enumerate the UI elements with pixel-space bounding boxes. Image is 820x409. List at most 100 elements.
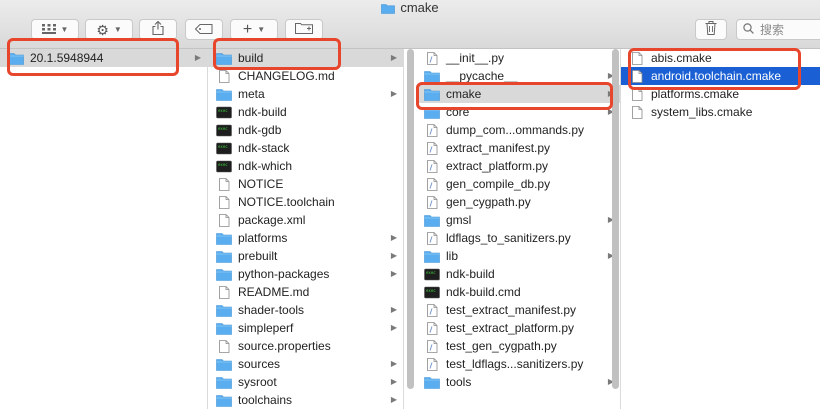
list-item[interactable]: extract_manifest.py xyxy=(416,139,620,157)
list-item[interactable]: NOTICE.toolchain xyxy=(208,193,403,211)
list-item[interactable]: core ▶ xyxy=(416,103,620,121)
column-3-scrollbar[interactable] xyxy=(612,49,619,389)
folder-icon xyxy=(381,2,396,14)
window-title: cmake xyxy=(0,0,820,15)
folder-icon xyxy=(216,394,232,407)
list-item[interactable]: exec ndk-gdb xyxy=(208,121,403,139)
list-item[interactable]: exec ndk-build xyxy=(416,265,620,283)
list-item[interactable]: NOTICE xyxy=(208,175,403,193)
list-item[interactable]: meta ▶ xyxy=(208,85,403,103)
list-item[interactable]: test_gen_cygpath.py xyxy=(416,337,620,355)
new-item-button[interactable]: + ▼ xyxy=(230,19,278,40)
chevron-down-icon: ▼ xyxy=(113,25,122,34)
list-item-label: ldflags_to_sanitizers.py xyxy=(446,231,571,245)
list-item-label: meta xyxy=(238,87,265,101)
list-item-label: NOTICE xyxy=(238,177,284,191)
view-mode-button[interactable]: ▼ xyxy=(31,19,79,40)
list-item[interactable]: dump_com...ommands.py xyxy=(416,121,620,139)
list-item[interactable]: test_extract_platform.py xyxy=(416,319,620,337)
list-item[interactable]: 20.1.5948944 ▶ xyxy=(0,49,207,67)
list-item[interactable]: system_libs.cmake xyxy=(621,103,820,121)
chevron-down-icon: ▼ xyxy=(257,25,266,34)
list-item[interactable]: shader-tools ▶ xyxy=(208,301,403,319)
list-item[interactable]: toolchains ▶ xyxy=(208,391,403,409)
folder-icon xyxy=(424,88,440,101)
share-button[interactable] xyxy=(139,19,177,40)
list-item[interactable]: exec ndk-stack xyxy=(208,139,403,157)
trash-icon xyxy=(705,21,717,38)
list-item[interactable]: extract_platform.py xyxy=(416,157,620,175)
disclosure-arrow-icon: ▶ xyxy=(390,89,397,98)
list-item-label: simpleperf xyxy=(238,321,294,335)
list-item[interactable]: abis.cmake xyxy=(621,49,820,67)
list-item[interactable]: prebuilt ▶ xyxy=(208,247,403,265)
list-item[interactable]: simpleperf ▶ xyxy=(208,319,403,337)
svg-text:exec: exec xyxy=(218,162,228,167)
list-item-label: shader-tools xyxy=(238,303,305,317)
list-item[interactable]: exec ndk-build.cmd xyxy=(416,283,620,301)
list-item-label: system_libs.cmake xyxy=(651,105,753,119)
list-item[interactable]: platforms ▶ xyxy=(208,229,403,247)
column-3[interactable]: __init__.py __pycache__ ▶ cmake ▶ core ▶ dump_c… xyxy=(416,49,621,409)
list-item[interactable]: source.properties xyxy=(208,337,403,355)
chevron-down-icon: ▼ xyxy=(60,25,69,34)
list-item[interactable]: test_ldflags...sanitizers.py xyxy=(416,355,620,373)
new-folder-button[interactable] xyxy=(285,19,323,40)
list-item[interactable]: exec ndk-build xyxy=(208,103,403,121)
list-item[interactable]: platforms.cmake xyxy=(621,85,820,103)
list-item[interactable]: lib ▶ xyxy=(416,247,620,265)
list-item[interactable]: gen_cygpath.py xyxy=(416,193,620,211)
folder-icon xyxy=(216,232,232,245)
share-icon xyxy=(152,20,164,38)
list-item-label: CHANGELOG.md xyxy=(238,69,335,83)
document-icon xyxy=(216,285,232,299)
list-item[interactable]: sysroot ▶ xyxy=(208,373,403,391)
executable-icon: exec xyxy=(216,160,232,173)
list-item-label: gen_compile_db.py xyxy=(446,177,551,191)
executable-icon: exec xyxy=(424,268,440,281)
list-item[interactable]: tools ▶ xyxy=(416,373,620,391)
column-1[interactable]: 20.1.5948944 ▶ xyxy=(0,49,208,409)
executable-icon: exec xyxy=(216,124,232,137)
list-item[interactable]: test_extract_manifest.py xyxy=(416,301,620,319)
folder-icon xyxy=(424,250,440,263)
list-item-label: ndk-which xyxy=(238,159,293,173)
column-2-scrollbar[interactable] xyxy=(407,49,414,389)
python-file-icon xyxy=(424,177,440,191)
list-item[interactable]: CHANGELOG.md xyxy=(208,67,403,85)
list-item-label: sysroot xyxy=(238,375,277,389)
svg-text:exec: exec xyxy=(218,126,228,131)
python-file-icon xyxy=(424,51,440,65)
disclosure-arrow-icon: ▶ xyxy=(390,377,397,386)
list-item-label: extract_platform.py xyxy=(446,159,549,173)
list-item-label: core xyxy=(446,105,470,119)
folder-icon xyxy=(424,70,440,83)
list-item[interactable]: android.toolchain.cmake xyxy=(621,67,820,85)
column-2[interactable]: build ▶ CHANGELOG.md meta ▶ exec ndk-build exec… xyxy=(208,49,404,409)
list-item[interactable]: exec ndk-which xyxy=(208,157,403,175)
list-item[interactable]: __pycache__ ▶ xyxy=(416,67,620,85)
list-item[interactable]: gen_compile_db.py xyxy=(416,175,620,193)
list-item[interactable]: package.xml xyxy=(208,211,403,229)
python-file-icon xyxy=(424,159,440,173)
svg-text:exec: exec xyxy=(426,270,436,275)
list-item[interactable]: README.md xyxy=(208,283,403,301)
disclosure-arrow-icon: ▶ xyxy=(390,395,397,404)
list-item[interactable]: ldflags_to_sanitizers.py xyxy=(416,229,620,247)
list-item-label: prebuilt xyxy=(238,249,278,263)
column-4[interactable]: abis.cmake android.toolchain.cmake platfor… xyxy=(621,49,820,409)
list-item[interactable]: build ▶ xyxy=(208,49,403,67)
list-item[interactable]: __init__.py xyxy=(416,49,620,67)
list-item[interactable]: cmake ▶ xyxy=(416,85,620,103)
list-item-label: ndk-stack xyxy=(238,141,290,155)
tag-icon xyxy=(194,22,213,37)
list-item[interactable]: sources ▶ xyxy=(208,355,403,373)
plus-icon: + xyxy=(242,20,253,38)
tags-button[interactable] xyxy=(185,19,223,40)
action-button[interactable]: ⚙ ▼ xyxy=(85,19,133,40)
search-field[interactable] xyxy=(736,19,820,40)
trash-button[interactable] xyxy=(695,19,727,40)
search-input[interactable] xyxy=(758,21,818,38)
list-item[interactable]: python-packages ▶ xyxy=(208,265,403,283)
list-item[interactable]: gmsl ▶ xyxy=(416,211,620,229)
